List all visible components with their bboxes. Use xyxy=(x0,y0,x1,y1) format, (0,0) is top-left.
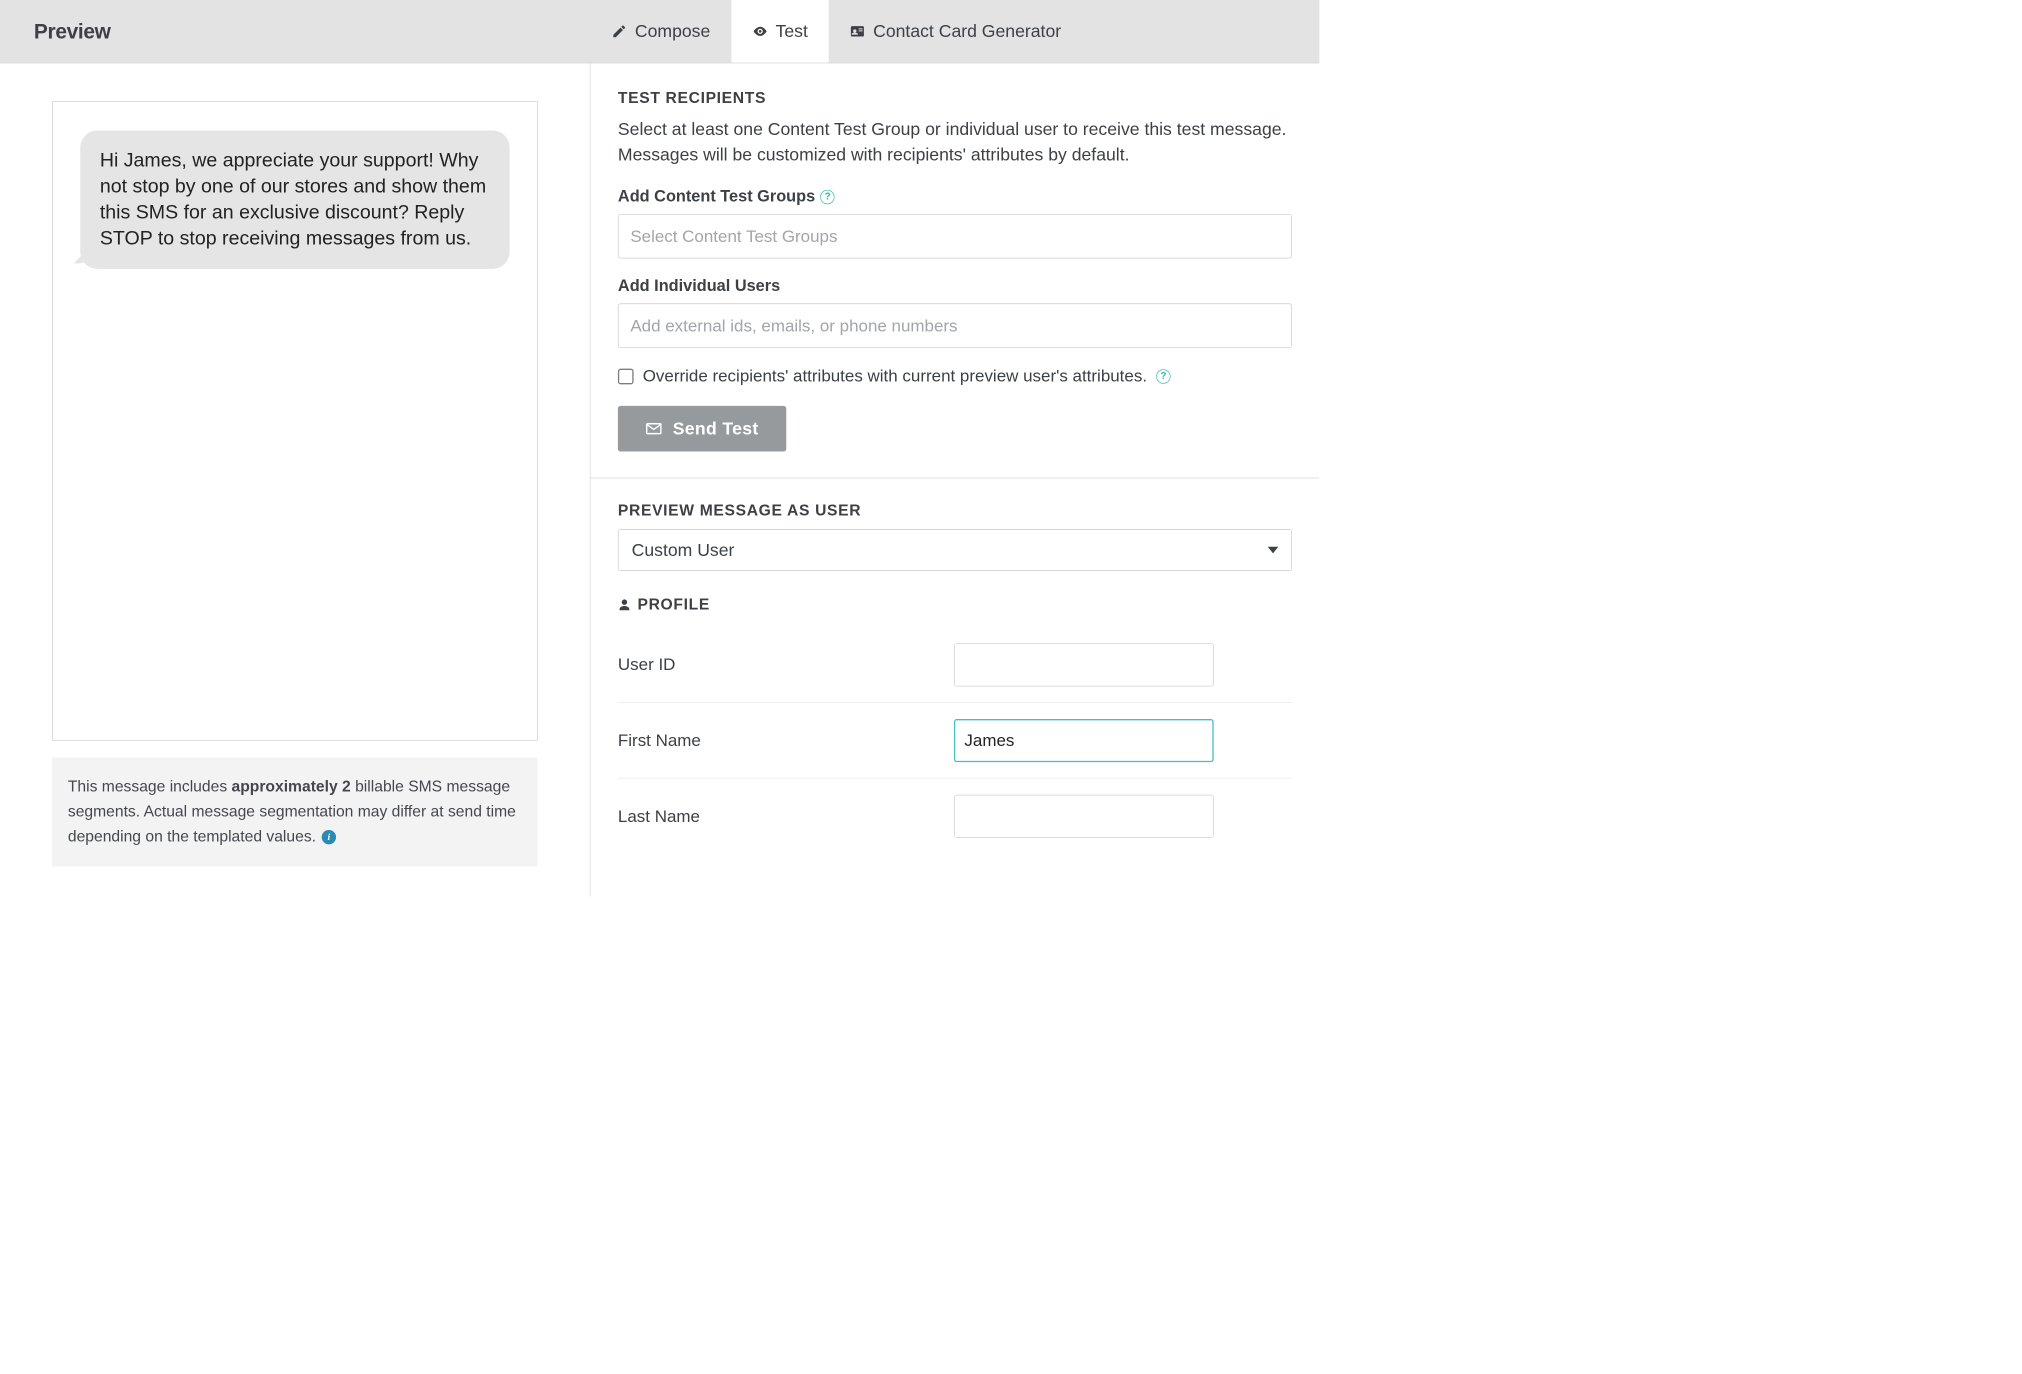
send-test-button[interactable]: Send Test xyxy=(618,406,786,452)
tab-test[interactable]: Test xyxy=(731,0,829,63)
last-name-label: Last Name xyxy=(618,806,954,826)
page-title: Preview xyxy=(34,19,111,43)
person-icon xyxy=(618,597,631,613)
tabs: Compose Test Contact Card Generator xyxy=(591,0,1082,63)
preview-pane: Hi James, we appreciate your support! Wh… xyxy=(0,63,591,896)
envelope-icon xyxy=(645,420,662,437)
sms-bubble: Hi James, we appreciate your support! Wh… xyxy=(80,131,509,269)
profile-row-user-id: User ID xyxy=(618,627,1292,703)
content-test-groups-label: Add Content Test Groups ? xyxy=(618,187,1292,206)
send-test-label: Send Test xyxy=(673,419,759,439)
preview-user-select[interactable]: Custom User xyxy=(618,529,1292,571)
content-test-groups-input[interactable] xyxy=(618,214,1292,258)
tab-label: Test xyxy=(776,21,808,41)
override-attributes-label: Override recipients' attributes with cur… xyxy=(643,366,1147,386)
segment-note: This message includes approximately 2 bi… xyxy=(52,758,537,867)
info-icon[interactable]: i xyxy=(322,830,336,844)
individual-users-label: Add Individual Users xyxy=(618,277,1292,296)
help-icon[interactable]: ? xyxy=(1156,369,1170,383)
tab-contact-card-generator[interactable]: Contact Card Generator xyxy=(829,0,1082,63)
section-divider xyxy=(591,478,1320,479)
profile-header: PROFILE xyxy=(618,596,1292,614)
preview-user-selected: Custom User xyxy=(632,540,735,560)
topbar: Preview Compose Test Contact Card Genera… xyxy=(0,0,1319,63)
pencil-icon xyxy=(611,23,627,39)
profile-row-last-name: Last Name xyxy=(618,779,1292,855)
override-attributes-checkbox[interactable] xyxy=(618,369,634,385)
help-icon[interactable]: ? xyxy=(820,190,834,204)
test-pane: TEST RECIPIENTS Select at least one Cont… xyxy=(591,63,1320,896)
preview-as-user-header: PREVIEW MESSAGE AS USER xyxy=(618,502,1292,520)
topbar-title-wrap: Preview xyxy=(0,0,591,63)
user-id-input[interactable] xyxy=(954,643,1214,686)
phone-frame: Hi James, we appreciate your support! Wh… xyxy=(52,101,537,740)
segment-note-bold: approximately 2 xyxy=(231,778,350,796)
eye-icon xyxy=(752,23,768,39)
profile-row-first-name: First Name xyxy=(618,703,1292,779)
override-attributes-row: Override recipients' attributes with cur… xyxy=(618,366,1292,386)
tab-compose[interactable]: Compose xyxy=(591,0,732,63)
first-name-label: First Name xyxy=(618,730,954,750)
segment-note-text-pre: This message includes xyxy=(68,778,232,796)
tab-label: Contact Card Generator xyxy=(873,21,1061,41)
individual-users-input[interactable] xyxy=(618,304,1292,348)
test-recipients-header: TEST RECIPIENTS xyxy=(618,89,1292,107)
contact-card-icon xyxy=(850,23,866,39)
first-name-input[interactable] xyxy=(954,719,1214,762)
test-recipients-desc: Select at least one Content Test Group o… xyxy=(618,117,1292,168)
tab-label: Compose xyxy=(635,21,710,41)
last-name-input[interactable] xyxy=(954,795,1214,838)
body: Hi James, we appreciate your support! Wh… xyxy=(0,63,1319,896)
caret-down-icon xyxy=(1268,547,1278,554)
user-id-label: User ID xyxy=(618,655,954,675)
